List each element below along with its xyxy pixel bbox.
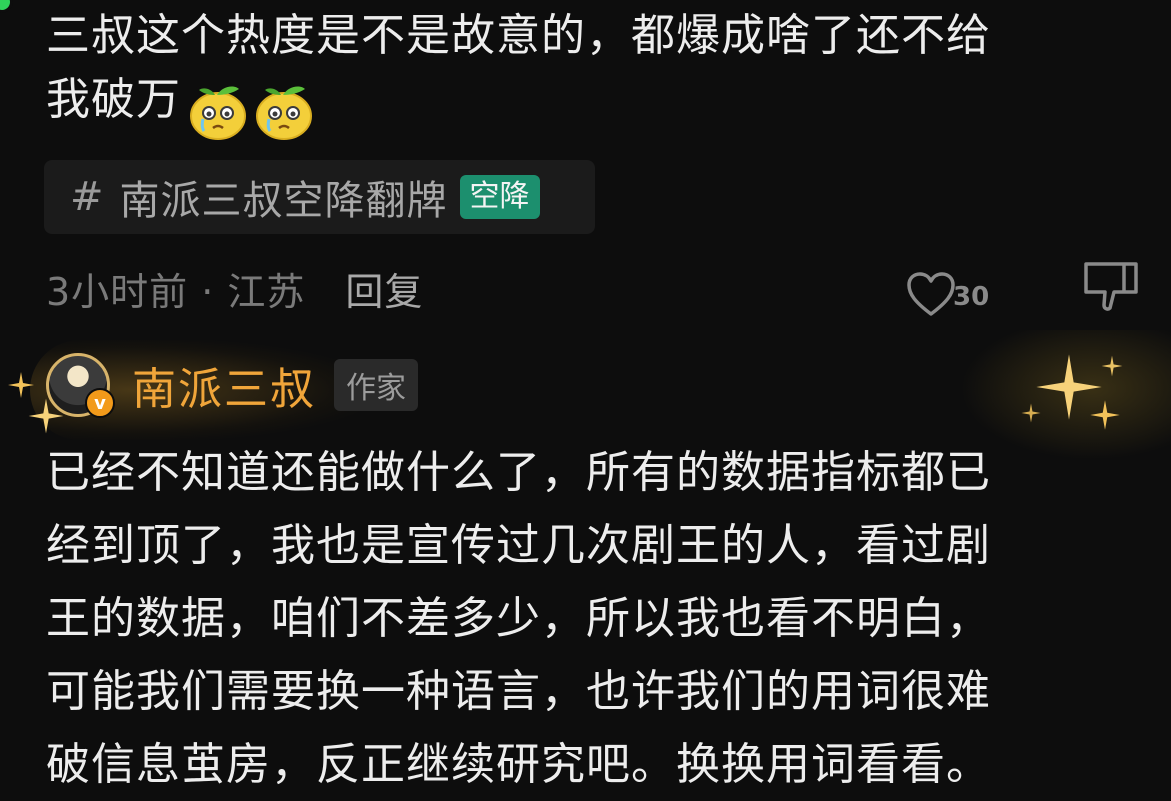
sparkle-icon <box>1021 403 1041 423</box>
verified-badge: v <box>85 388 115 418</box>
lemon-crying-emoji <box>256 86 312 140</box>
comment-meta: 3小时前 · 江苏 回复 <box>46 258 423 318</box>
sparkle-icon <box>1101 355 1123 377</box>
thumbs-down-icon <box>1084 262 1138 311</box>
dislike-button[interactable] <box>1080 258 1142 318</box>
comment-line-2: 我破万 <box>46 74 181 125</box>
online-status-dot <box>0 0 10 10</box>
reply-text: 已经不知道还能做什么了，所有的数据指标都已 经到顶了，我也是宣传过几次剧王的人，看… <box>46 436 1136 801</box>
like-button[interactable]: 30 <box>905 258 989 318</box>
reply-line: 王的数据，咱们不差多少，所以我也看不明白， <box>46 593 991 644</box>
comment-time-location: 3小时前 · 江苏 <box>46 269 306 314</box>
reply-button[interactable]: 回复 <box>345 261 423 316</box>
reply-line: 经到顶了，我也是宣传过几次剧王的人，看过剧 <box>46 520 991 571</box>
lemon-crying-emoji <box>190 86 246 140</box>
reply-line: 可能我们需要换一种语言，也许我们的用词很难 <box>46 666 991 717</box>
sparkle-icon <box>1090 400 1120 430</box>
reply-line: 破信息茧房，反正继续研究吧。换换用词看看。 <box>46 739 991 790</box>
author-name[interactable]: 南派三叔 <box>132 353 316 417</box>
topic-chip[interactable]: # 南派三叔空降翻牌 空降 <box>44 160 595 234</box>
avatar[interactable]: v <box>46 353 115 418</box>
hashtag-icon: # <box>70 174 104 220</box>
heart-icon <box>907 272 955 316</box>
topic-label: 南派三叔空降翻牌 <box>119 178 448 224</box>
topic-badge: 空降 <box>459 175 540 219</box>
comment-line-1: 三叔这个热度是不是故意的，都爆成啥了还不给 <box>46 10 991 61</box>
like-count: 30 <box>953 282 990 312</box>
comment-text: 三叔这个热度是不是故意的，都爆成啥了还不给 我破万 <box>46 4 1136 142</box>
author-tag: 作家 <box>334 359 418 411</box>
emoji-row <box>187 78 319 142</box>
reply-author-row: v 南派三叔 作家 <box>46 350 418 420</box>
reply-line: 已经不知道还能做什么了，所有的数据指标都已 <box>46 447 991 498</box>
